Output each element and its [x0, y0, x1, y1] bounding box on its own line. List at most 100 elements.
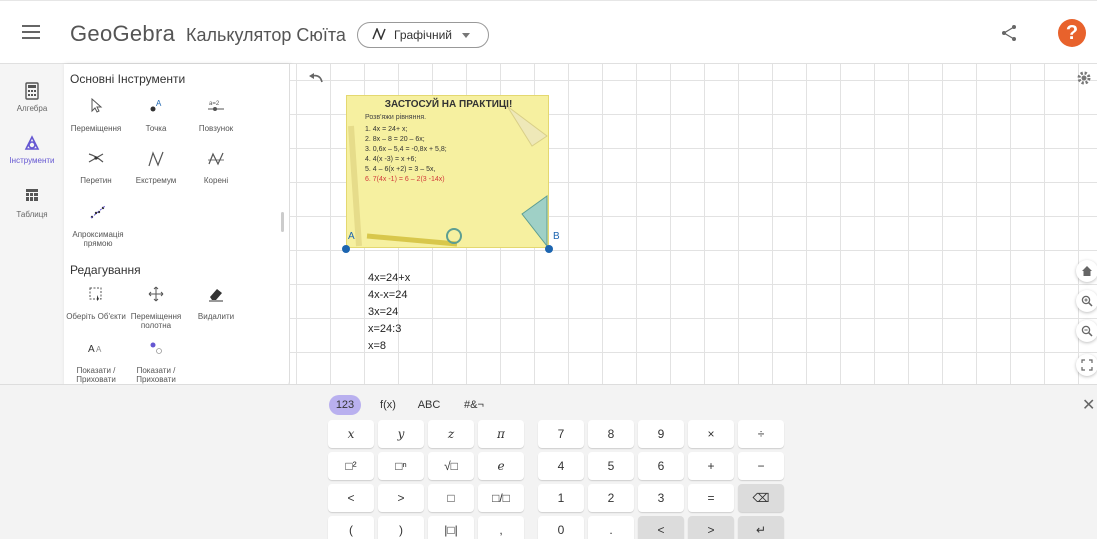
key-5[interactable]: 5	[588, 452, 634, 480]
tool-slider[interactable]: a=2 Повзунок	[186, 98, 246, 133]
nav-item-table[interactable]: Таблиця	[0, 188, 64, 234]
enter-icon[interactable]: ↵	[738, 516, 784, 539]
header-bar: GeoGebra Калькулятор Сюїта Графічний ?	[0, 0, 1097, 64]
tool-move-canvas[interactable]: Переміщення полотна	[126, 286, 186, 330]
close-icon[interactable]: ✕	[1082, 395, 1095, 415]
key-3[interactable]: 3	[638, 484, 684, 512]
equation-item: 2. 8x – 8 = 20 – 6x;	[365, 136, 425, 143]
key-8[interactable]: 8	[588, 420, 634, 448]
cursor-icon	[66, 97, 126, 124]
key-open-paren[interactable]: (	[328, 516, 374, 539]
virtual-keyboard: 123 f(x) ABC #&¬ ✕ x y z π □² □ⁿ √□ e < …	[0, 384, 1097, 539]
key-equals[interactable]: =	[688, 484, 734, 512]
tools-icon	[0, 134, 64, 154]
key-0[interactable]: 0	[538, 516, 584, 539]
equation-item: 1. 4x = 24+ x;	[365, 126, 408, 133]
equation-item: 5. 4 – 6(x +2) = 3 – 5x,	[365, 166, 436, 173]
nav-label: Алгебра	[16, 104, 48, 113]
hamburger-menu-icon[interactable]	[22, 25, 40, 41]
key-x[interactable]: x	[328, 420, 374, 448]
key-7[interactable]: 7	[538, 420, 584, 448]
kb-tab-123[interactable]: 123	[329, 395, 361, 415]
key-decimal[interactable]: .	[588, 516, 634, 539]
key-1[interactable]: 1	[538, 484, 584, 512]
key-mixed-fraction[interactable]: □/□	[478, 484, 524, 512]
point-icon: A	[126, 98, 186, 124]
tool-point[interactable]: A Точка	[126, 98, 186, 133]
tool-extremum[interactable]: Екстремум	[126, 150, 186, 185]
key-z[interactable]: z	[428, 420, 474, 448]
nav-item-algebra[interactable]: Алгебра	[0, 82, 64, 128]
tool-roots[interactable]: Корені	[186, 150, 246, 185]
solution-text[interactable]: 4x=24+x 4x-x=24 3x=24 x=24:3 x=8	[368, 270, 410, 355]
key-greater-than[interactable]: >	[378, 484, 424, 512]
extremum-icon	[126, 150, 186, 176]
key-sqrt[interactable]: √□	[428, 452, 474, 480]
tool-label: Точка	[145, 124, 167, 133]
key-comma[interactable]: ,	[478, 516, 524, 539]
key-square[interactable]: □²	[328, 452, 374, 480]
tool-label: Корені	[203, 176, 229, 185]
card-title: ЗАСТОСУЙ НА ПРАКТИЦІ!	[384, 99, 513, 110]
tool-show-hide-object[interactable]: Показати / Приховати	[126, 340, 186, 384]
undo-icon[interactable]	[308, 72, 324, 86]
solution-line: 4x=24+x	[368, 272, 411, 284]
tools-scrollbar[interactable]	[281, 212, 284, 232]
key-y[interactable]: y	[378, 420, 424, 448]
key-e[interactable]: e	[478, 452, 524, 480]
mode-dropdown[interactable]: Графічний	[357, 22, 489, 48]
key-close-paren[interactable]: )	[378, 516, 424, 539]
key-2[interactable]: 2	[588, 484, 634, 512]
move-arrows-icon	[126, 286, 186, 312]
help-icon[interactable]: ?	[1058, 19, 1086, 47]
kb-tab-fx[interactable]: f(x)	[372, 395, 404, 415]
key-divide[interactable]: ÷	[738, 420, 784, 448]
tool-move[interactable]: Переміщення	[66, 97, 126, 133]
key-multiply[interactable]: ×	[688, 420, 734, 448]
tool-intersect[interactable]: Перетин	[66, 150, 126, 185]
fit-line-icon	[66, 204, 130, 230]
tool-delete[interactable]: Видалити	[186, 286, 246, 321]
nav-item-tools[interactable]: Інструменти	[0, 134, 64, 180]
show-hide-object-icon	[126, 340, 186, 366]
svg-text:A: A	[88, 344, 95, 355]
left-nav: Алгебра Інструменти Таблиця	[0, 64, 64, 384]
key-minus[interactable]: −	[738, 452, 784, 480]
tool-show-hide-label[interactable]: AA Показати / Приховати	[66, 340, 126, 384]
backspace-icon[interactable]: ⌫	[738, 484, 784, 512]
kb-tab-abc[interactable]: ABC	[413, 395, 445, 415]
edit-tools-title: Редагування	[70, 263, 141, 277]
home-icon[interactable]	[1076, 260, 1097, 282]
fullscreen-icon[interactable]	[1076, 354, 1097, 376]
key-abs[interactable]: |□|	[428, 516, 474, 539]
arrow-left-icon[interactable]: <	[638, 516, 684, 539]
graphics-view[interactable]: ЗАСТОСУЙ НА ПРАКТИЦІ! Розв'яжи рівняння.…	[290, 64, 1097, 384]
solution-line: x=8	[368, 340, 387, 352]
share-icon[interactable]	[1000, 24, 1020, 44]
tool-select-objects[interactable]: Оберіть Об'єкти	[66, 286, 126, 321]
key-4[interactable]: 4	[538, 452, 584, 480]
app-title: Калькулятор Сюїта	[186, 25, 346, 45]
geogebra-logo: GeoGebra	[70, 21, 176, 46]
key-less-than[interactable]: <	[328, 484, 374, 512]
svg-text:A: A	[156, 99, 162, 108]
zoom-in-icon[interactable]	[1076, 290, 1097, 312]
arrow-right-icon[interactable]: >	[688, 516, 734, 539]
solution-line: 3x=24	[368, 306, 399, 318]
key-power[interactable]: □ⁿ	[378, 452, 424, 480]
key-pi[interactable]: π	[478, 420, 524, 448]
key-9[interactable]: 9	[638, 420, 684, 448]
table-icon	[0, 188, 64, 208]
exercise-image[interactable]: ЗАСТОСУЙ НА ПРАКТИЦІ! Розв'яжи рівняння.…	[346, 95, 549, 248]
key-plus[interactable]: +	[688, 452, 734, 480]
zoom-out-icon[interactable]	[1076, 320, 1097, 342]
equation-item: 6. 7(4x -1) = 6 – 2(3 -14x)	[365, 176, 445, 183]
tool-fit-line[interactable]: Апроксимація прямою	[66, 204, 130, 248]
kb-tab-symbols[interactable]: #&¬	[456, 395, 492, 415]
point-a[interactable]	[342, 245, 350, 253]
gear-icon[interactable]	[1076, 70, 1092, 86]
key-6[interactable]: 6	[638, 452, 684, 480]
point-b[interactable]	[545, 245, 553, 253]
calculator-icon	[0, 82, 64, 102]
key-fraction[interactable]: □	[428, 484, 474, 512]
